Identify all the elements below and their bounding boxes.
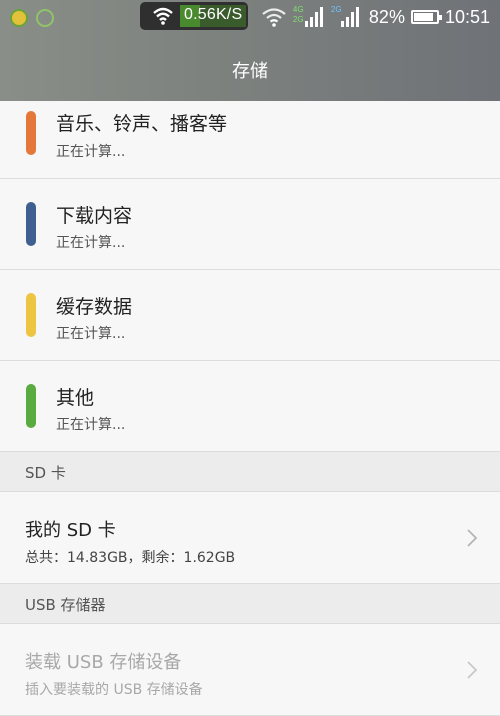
page-title: 存储 [232,61,268,82]
signal-icon: 2G [331,5,363,29]
notification-icons [10,9,54,27]
section-title: SD 卡 [25,464,66,482]
system-icons: 4G 2G 2G 82% 10:51 [261,5,490,29]
sd-card-item[interactable]: 我的 SD 卡 总共：14.83GB，剩余：1.62GB [0,492,500,584]
category-color-bar [26,202,36,246]
sd-card-capacity: 总共：14.83GB，剩余：1.62GB [25,550,236,566]
chevron-right-icon [467,661,478,679]
category-color-bar [26,293,36,337]
mount-usb-item[interactable]: 装载 USB 存储设备 插入要装载的 USB 存储设备 [0,624,500,716]
category-label: 下载内容 [56,205,133,227]
section-header-sd: SD 卡 [0,452,500,492]
category-label: 缓存数据 [56,296,133,318]
app-icon-2 [36,9,54,27]
chevron-right-icon [467,529,478,547]
category-status: 正在计算... [56,235,126,251]
section-title: USB 存储器 [25,596,106,614]
network-type-label: 4G [292,5,304,14]
wifi-icon [262,8,286,27]
status-bar: 0.56K/S 4G 2G 2G 82% 10:51 [0,0,500,36]
sd-card-title: 我的 SD 卡 [25,520,116,541]
storage-category-cache[interactable]: 缓存数据 正在计算... [0,270,500,361]
battery-icon [410,10,442,24]
category-status: 正在计算... [56,326,126,342]
category-label: 音乐、铃声、播客等 [56,113,228,135]
category-status: 正在计算... [56,144,126,160]
storage-category-other[interactable]: 其他 正在计算... [0,361,500,452]
section-header-usb: USB 存储器 [0,584,500,624]
app-header: 0.56K/S 4G 2G 2G 82% 10:51 存储 [0,0,500,101]
battery-percent: 82% [368,6,405,27]
storage-category-downloads[interactable]: 下载内容 正在计算... [0,179,500,270]
category-color-bar [26,111,36,155]
storage-list: 音乐、铃声、播客等 正在计算... 下载内容 正在计算... 缓存数据 正在计算… [0,101,500,716]
category-color-bar [26,384,36,428]
net-speed: 0.56K/S [184,6,243,23]
clock: 10:51 [444,6,490,27]
mount-usb-subtitle: 插入要装载的 USB 存储设备 [25,682,203,698]
mount-usb-title: 装载 USB 存储设备 [25,652,182,673]
signal-icon: 4G 2G [293,5,325,29]
storage-category-music[interactable]: 音乐、铃声、播客等 正在计算... [0,101,500,179]
network-speed-indicator: 0.56K/S [140,2,248,30]
category-label: 其他 [56,387,95,409]
wifi-icon [153,7,173,25]
category-status: 正在计算... [56,417,126,433]
app-icon-1 [10,9,28,27]
network-type-label: 2G [292,15,304,24]
